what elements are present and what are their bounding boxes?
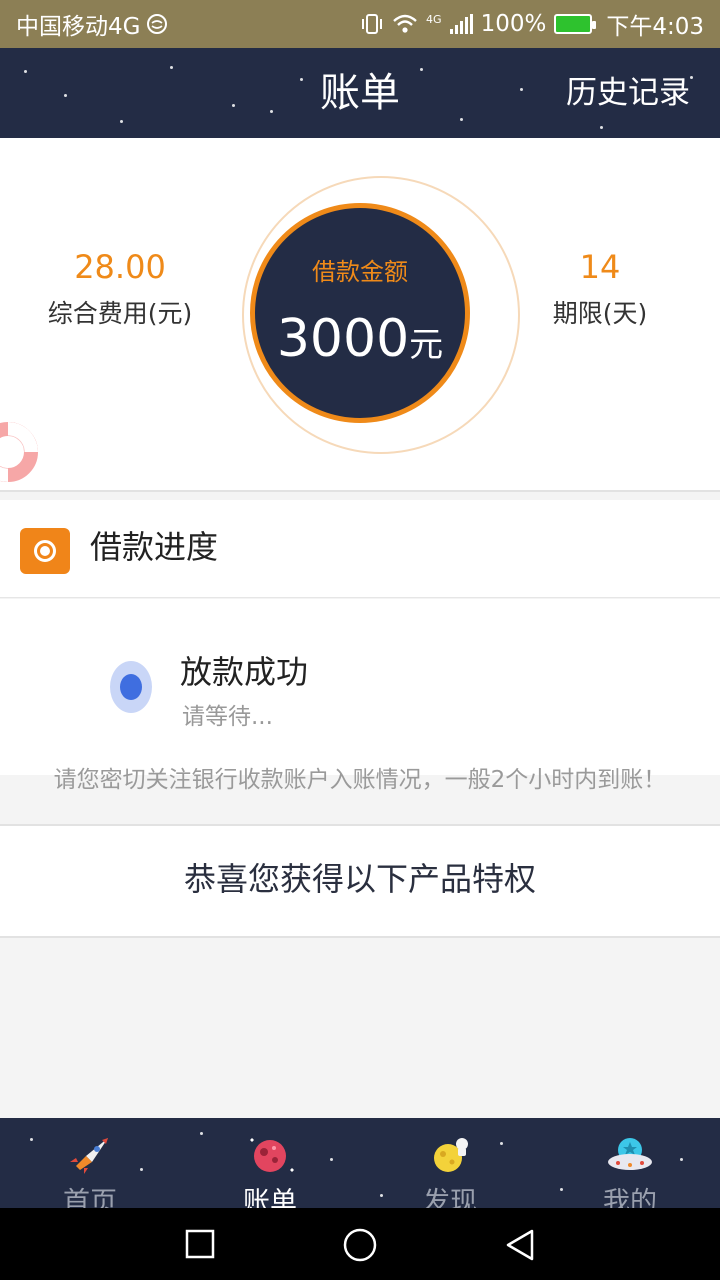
system-nav-bar	[0, 1208, 720, 1280]
privilege-title: 恭喜您获得以下产品特权	[183, 860, 536, 898]
bottom-tab-bar: 首页 账单 发现 我的	[0, 1118, 720, 1208]
progress-section-header: 借款进度	[0, 500, 720, 598]
astronaut-planet-icon	[434, 1138, 468, 1172]
back-icon[interactable]	[504, 1228, 536, 1264]
tab-bill[interactable]: 账单	[180, 1118, 360, 1208]
tab-discover[interactable]: 发现	[360, 1118, 540, 1208]
app-header: 账单 历史记录	[0, 48, 720, 138]
tab-bill-label: 账单	[243, 1187, 297, 1208]
step-dot-icon	[110, 661, 152, 713]
step-status: 请等待...	[182, 704, 273, 730]
wifi-icon	[393, 14, 417, 33]
privilege-banner: 恭喜您获得以下产品特权	[0, 824, 720, 938]
vibrate-icon	[362, 14, 383, 34]
ufo-icon	[608, 1138, 652, 1170]
battery-percent: 100%	[480, 11, 547, 37]
planet-icon	[250, 1138, 294, 1172]
recent-apps-icon[interactable]	[184, 1228, 216, 1260]
carrier-label: 中国移动4G	[16, 14, 141, 40]
battery-icon	[554, 14, 597, 34]
rocket-icon	[70, 1138, 108, 1174]
loan-summary: 28.00 综合费用(元) 借款金额 3000元 14 期限(天)	[0, 138, 720, 492]
loan-amount: 3000元	[255, 309, 465, 369]
term-label: 期限(天)	[552, 299, 648, 328]
fee-label: 综合费用(元)	[47, 299, 193, 328]
tab-mine[interactable]: 我的	[540, 1118, 720, 1208]
tab-discover-label: 发现	[423, 1187, 477, 1208]
amount-circle: 借款金额 3000元	[250, 203, 470, 423]
tab-home[interactable]: 首页	[0, 1118, 180, 1208]
term-value: 14	[579, 248, 621, 286]
signal-icon	[449, 14, 473, 34]
loan-amount-unit: 元	[409, 325, 444, 365]
lifebuoy-icon[interactable]	[0, 422, 38, 482]
tab-home-label: 首页	[63, 1187, 117, 1208]
tab-mine-label: 我的	[603, 1187, 657, 1208]
progress-step: 放款成功 请等待...	[0, 599, 720, 775]
term-stat: 14 期限(天)	[480, 248, 720, 330]
status-bar: 中国移动4G 4G 100% 下午4:03	[0, 0, 720, 48]
progress-section-title: 借款进度	[90, 528, 219, 566]
hd-call-icon	[147, 14, 168, 34]
notice-text: 请您密切关注银行收款账户入账情况，一般2个小时内到账！	[53, 767, 667, 793]
loan-amount-label: 借款金额	[312, 258, 408, 286]
history-link[interactable]: 历史记录	[566, 48, 690, 138]
step-title: 放款成功	[180, 653, 309, 691]
loan-amount-value: 3000	[276, 309, 410, 369]
network-type: 4G	[426, 13, 442, 26]
progress-icon	[20, 528, 70, 574]
fee-value: 28.00	[74, 248, 166, 286]
home-icon[interactable]	[342, 1228, 378, 1264]
fee-stat: 28.00 综合费用(元)	[0, 248, 240, 330]
clock: 下午4:03	[606, 14, 704, 40]
